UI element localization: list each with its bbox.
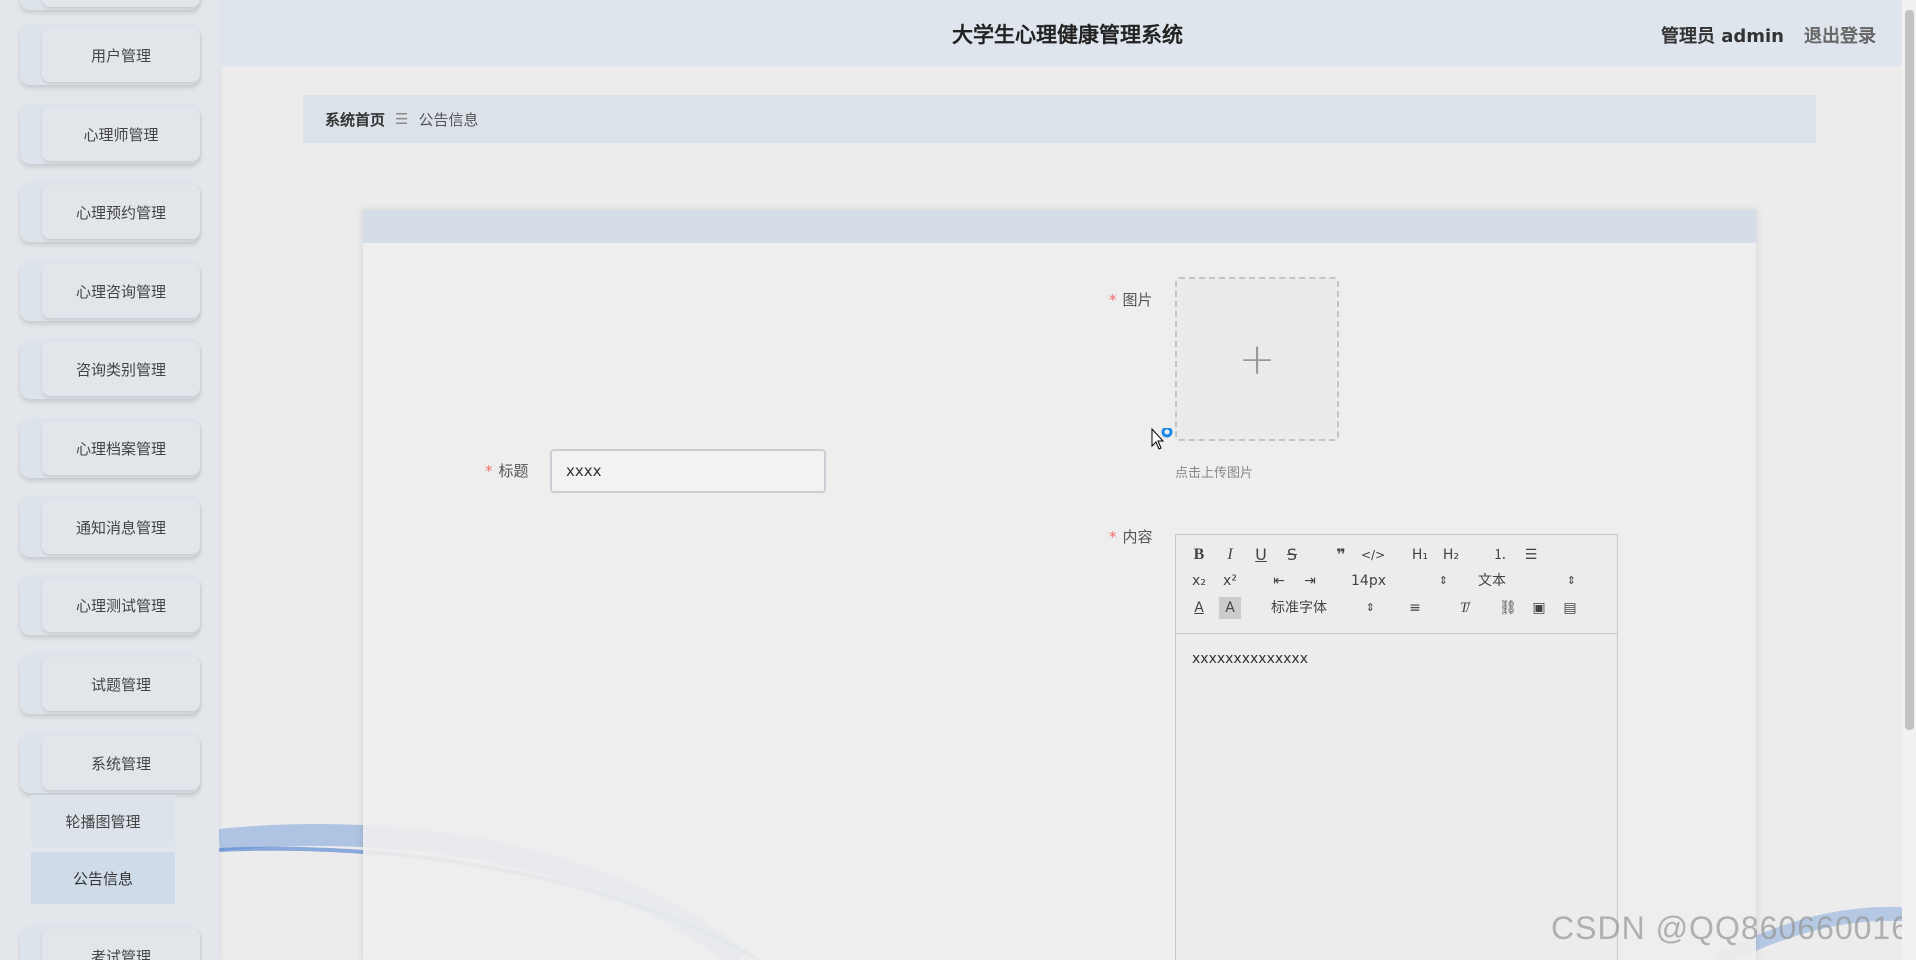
bullet-list-icon[interactable]: ☰	[1520, 544, 1542, 566]
sidebar-item-system[interactable]: 系统管理	[20, 733, 200, 793]
breadcrumb: 系统首页 ☰ 公告信息	[303, 95, 1816, 143]
select-arrows-icon: ⇕	[1566, 574, 1576, 587]
sidebar-item-questions[interactable]: 试题管理	[20, 654, 200, 714]
outdent-icon[interactable]: ⇤	[1268, 570, 1290, 592]
sidebar-item-label: 试题管理	[42, 657, 200, 711]
plus-icon: +	[1238, 333, 1276, 385]
sidebar-item-label: 心理测试管理	[42, 578, 200, 632]
sidebar-item-label: 用户管理	[42, 28, 200, 82]
form-card: * 标题 xxxx * 图片 + 点击上传图片 * 内容 B I U S ❞ </> …	[363, 210, 1756, 960]
code-icon[interactable]: </>	[1361, 544, 1385, 566]
align-icon[interactable]: ≡	[1404, 597, 1426, 619]
clear-format-icon[interactable]: T̸	[1453, 597, 1475, 619]
font-family-select[interactable]: 标准字体 ⇕	[1271, 597, 1375, 619]
title-label: * 标题	[485, 462, 529, 480]
rich-text-editor: B I U S ❞ </> H₁ H₂ ⒈ ☰ x₂ x² ⇤ ⇥ 14px ⇕ …	[1175, 534, 1618, 960]
sidebar-item-label: 咨询类别管理	[42, 342, 200, 396]
h2-icon[interactable]: H₂	[1440, 544, 1462, 566]
select-arrows-icon: ⇕	[1438, 574, 1448, 587]
mouse-cursor-icon	[1151, 428, 1173, 450]
scrollbar-thumb[interactable]	[1905, 10, 1914, 730]
image-upload-box[interactable]: +	[1175, 277, 1339, 441]
superscript-icon[interactable]: x²	[1219, 570, 1241, 592]
sidebar-item-label: 系统管理	[42, 736, 200, 790]
image-label: * 图片	[1109, 291, 1153, 309]
breadcrumb-home[interactable]: 系统首页	[325, 109, 385, 130]
h1-icon[interactable]: H₁	[1409, 544, 1431, 566]
title-input[interactable]: xxxx	[550, 449, 826, 493]
sidebar-item-label: 心理师管理	[42, 107, 200, 161]
indent-icon[interactable]: ⇥	[1299, 570, 1321, 592]
editor-toolbar: B I U S ❞ </> H₁ H₂ ⒈ ☰ x₂ x² ⇤ ⇥ 14px ⇕ …	[1176, 535, 1617, 634]
text-color-icon[interactable]: A	[1188, 597, 1210, 619]
upload-hint: 点击上传图片	[1175, 466, 1254, 481]
page-scrollbar[interactable]	[1902, 0, 1916, 960]
underline-icon[interactable]: U	[1250, 544, 1272, 566]
sidebar-item-consultations[interactable]: 心理咨询管理	[20, 261, 200, 321]
submenu-item-label: 公告信息	[72, 869, 133, 888]
sidebar-item-label: 心理咨询管理	[42, 264, 200, 318]
strikethrough-icon[interactable]: S	[1281, 544, 1303, 566]
image-icon[interactable]: ▣	[1528, 597, 1550, 619]
sidebar: 用户管理 心理师管理 心理预约管理 心理咨询管理 咨询类别管理 心理档案管理 通…	[0, 0, 219, 960]
sidebar-item-counselors[interactable]: 心理师管理	[20, 104, 200, 164]
watermark: CSDN @QQ860660016	[1551, 910, 1910, 946]
bold-icon[interactable]: B	[1188, 544, 1210, 566]
sidebar-item-notifications[interactable]: 通知消息管理	[20, 497, 200, 557]
sidebar-item-label: 心理档案管理	[42, 421, 200, 475]
admin-username: 管理员 admin	[1660, 26, 1784, 47]
logout-button[interactable]: 退出登录	[1804, 22, 1876, 48]
sidebar-item-tests[interactable]: 心理测试管理	[20, 575, 200, 635]
video-icon[interactable]: ▤	[1559, 597, 1581, 619]
submenu-item-label: 轮播图管理	[65, 812, 141, 831]
sidebar-item-users[interactable]: 用户管理	[20, 25, 200, 85]
card-header	[363, 210, 1756, 243]
breadcrumb-separator-icon: ☰	[395, 110, 409, 128]
blockquote-icon[interactable]: ❞	[1330, 544, 1352, 566]
select-arrows-icon: ⇕	[1365, 601, 1375, 614]
font-size-select[interactable]: 14px ⇕	[1351, 570, 1448, 592]
sidebar-item-label: 考试管理	[42, 929, 200, 960]
sidebar-item-label: 心理预约管理	[42, 185, 200, 239]
breadcrumb-current: 公告信息	[418, 110, 479, 129]
sidebar-item-exams[interactable]: 考试管理	[20, 926, 200, 960]
submenu-item-announcements[interactable]: 公告信息	[31, 852, 175, 904]
content-label: * 内容	[1109, 528, 1153, 546]
subscript-icon[interactable]: x₂	[1188, 570, 1210, 592]
sidebar-item-appointments[interactable]: 心理预约管理	[20, 182, 200, 242]
sidebar-item-top-partial[interactable]	[20, 0, 200, 10]
submenu-item-carousel[interactable]: 轮播图管理	[31, 795, 175, 847]
top-header: 大学生心理健康管理系统 管理员 admin 退出登录	[219, 0, 1916, 66]
sidebar-item-consult-categories[interactable]: 咨询类别管理	[20, 339, 200, 399]
ordered-list-icon[interactable]: ⒈	[1489, 544, 1511, 566]
italic-icon[interactable]: I	[1219, 544, 1241, 566]
background-color-icon[interactable]: A	[1219, 597, 1241, 619]
block-type-select[interactable]: 文本 ⇕	[1478, 570, 1576, 592]
sidebar-item-archives[interactable]: 心理档案管理	[20, 418, 200, 478]
sidebar-item-label: 通知消息管理	[42, 500, 200, 554]
editor-content[interactable]: xxxxxxxxxxxxxx	[1192, 651, 1308, 667]
link-icon[interactable]: ⛓	[1497, 597, 1519, 619]
